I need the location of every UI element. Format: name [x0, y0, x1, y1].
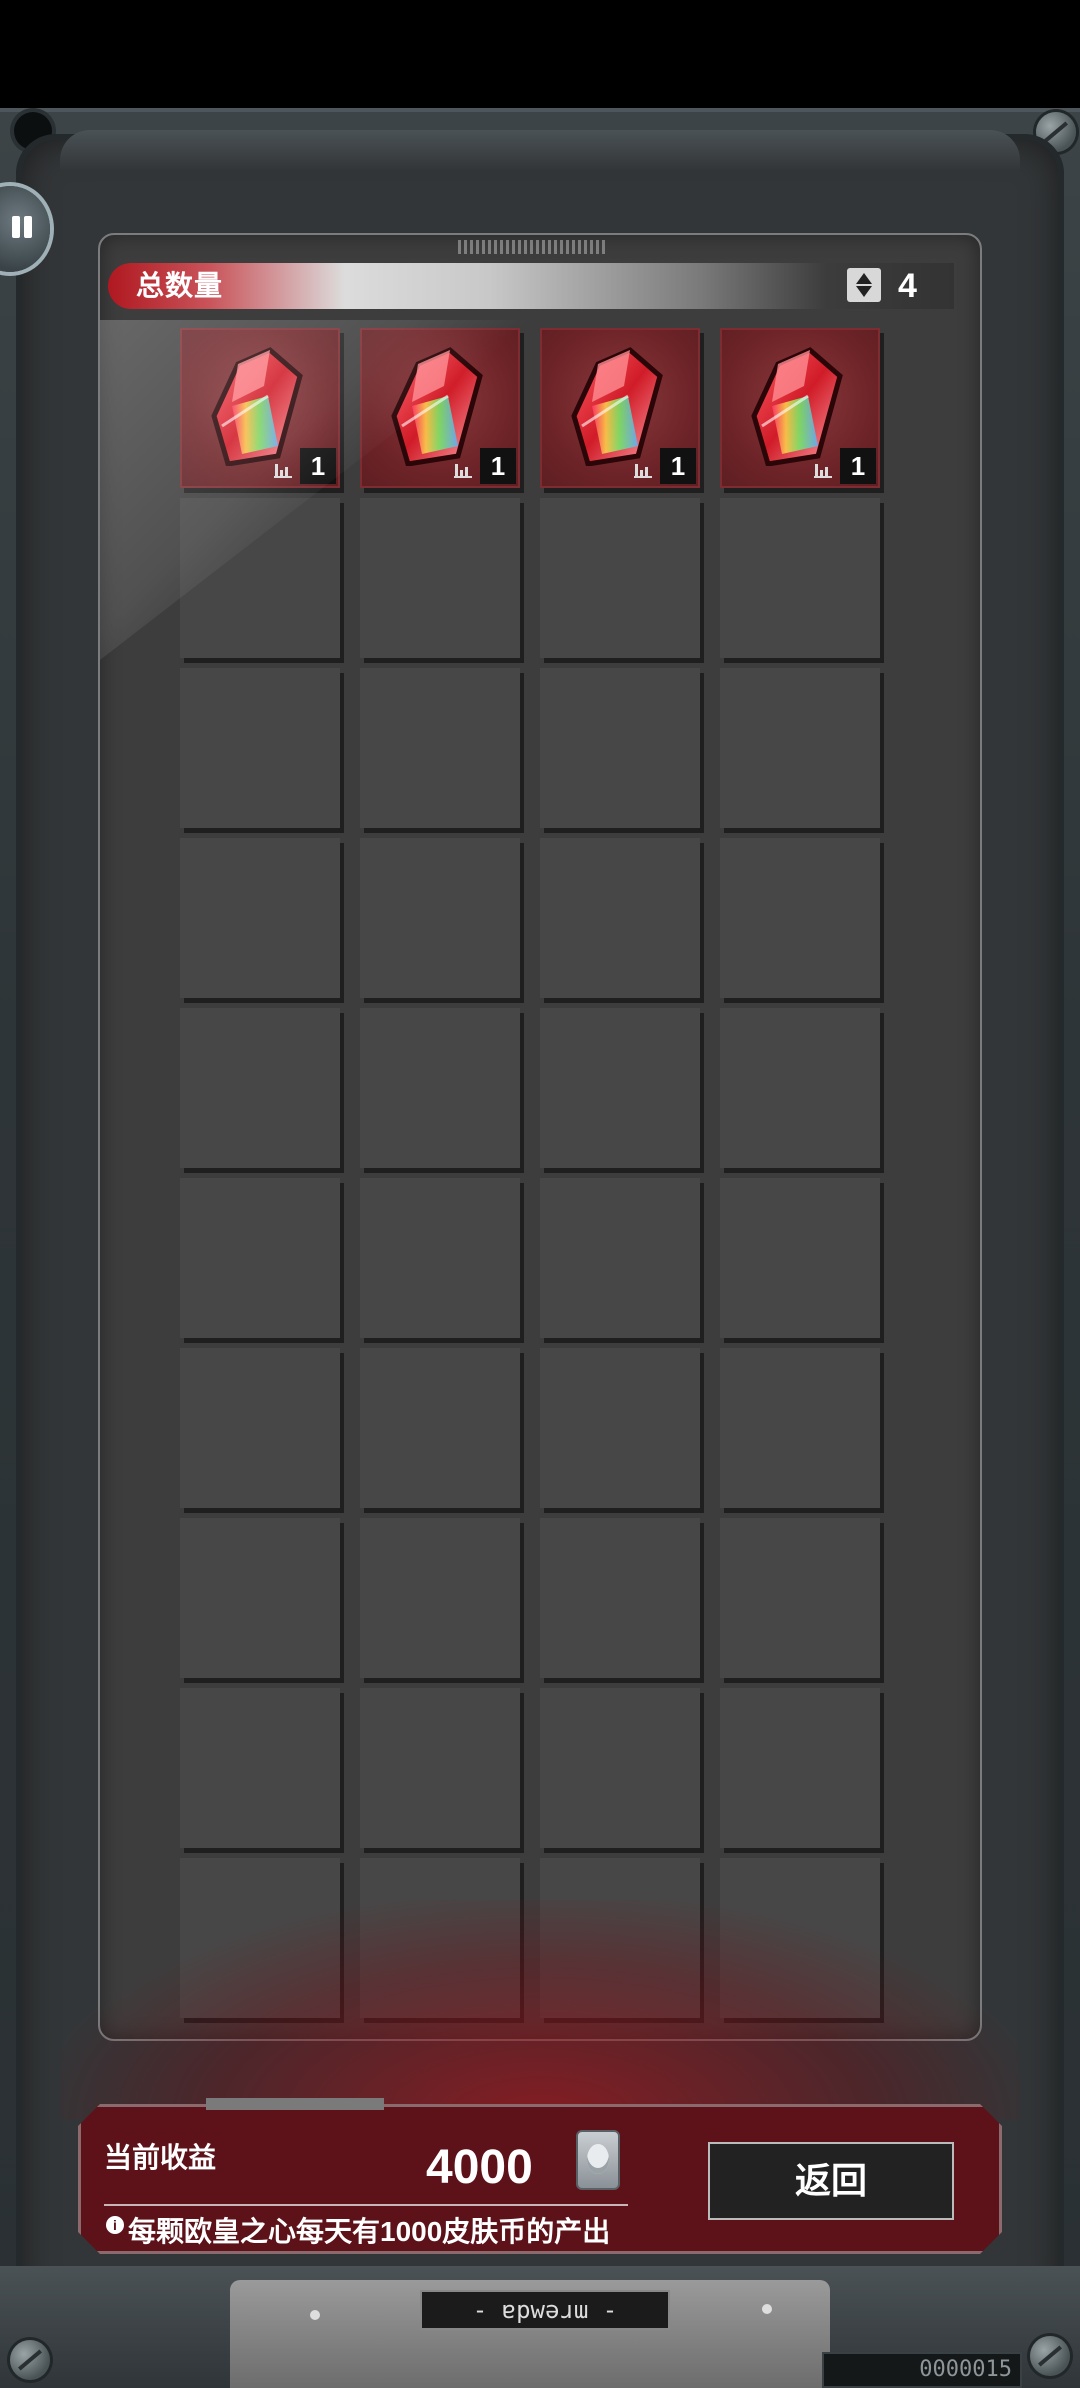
inventory-slot-empty[interactable] — [540, 1008, 700, 1168]
inventory-slot-empty[interactable] — [720, 1008, 880, 1168]
inventory-slot-empty[interactable] — [360, 668, 520, 828]
inventory-slot-empty[interactable] — [720, 498, 880, 658]
stats-icon — [814, 464, 832, 478]
inventory-slot-empty[interactable] — [720, 1518, 880, 1678]
panel-grip — [458, 240, 608, 254]
inventory-slot-empty[interactable] — [540, 668, 700, 828]
inventory-slot-empty[interactable] — [720, 1178, 880, 1338]
inventory-slot-empty[interactable] — [180, 668, 340, 828]
earnings-info-text: 每颗欧皇之心每天有1000皮肤币的产出 — [128, 2216, 611, 2247]
heart-gem-icon — [571, 347, 663, 466]
skin-coin-icon — [576, 2130, 620, 2190]
inventory-slot-empty[interactable] — [180, 1518, 340, 1678]
plate-dot — [762, 2304, 772, 2314]
inventory-slot-item[interactable]: 1 — [360, 328, 520, 488]
total-count-bar — [108, 263, 954, 309]
screw-icon — [1030, 2336, 1070, 2376]
inventory-slot-empty[interactable] — [360, 1008, 520, 1168]
inventory-slot-empty[interactable] — [540, 498, 700, 658]
heart-gem-icon — [391, 347, 483, 466]
sort-icon[interactable] — [847, 268, 881, 302]
inventory-slot-empty[interactable] — [180, 498, 340, 658]
inventory-slot-empty[interactable] — [360, 1348, 520, 1508]
item-count-badge: 1 — [300, 448, 336, 484]
inventory-slot-empty[interactable] — [540, 838, 700, 998]
inventory-slot-empty[interactable] — [540, 1178, 700, 1338]
inventory-slot-empty[interactable] — [540, 1348, 700, 1508]
inventory-slot-empty[interactable] — [720, 1348, 880, 1508]
inventory-slot-empty[interactable] — [720, 1858, 880, 2018]
plate-label: - ɐpwǝɹɯ - — [420, 2290, 670, 2330]
heart-gem-icon — [211, 347, 303, 466]
inventory-slot-empty[interactable] — [360, 498, 520, 658]
earnings-tab — [206, 2098, 384, 2110]
inventory-slot-empty[interactable] — [180, 838, 340, 998]
inventory-slot-empty[interactable] — [540, 1518, 700, 1678]
inventory-slot-empty[interactable] — [540, 1858, 700, 2018]
inventory-slot-empty[interactable] — [360, 1178, 520, 1338]
inventory-slot-item[interactable]: 1 — [180, 328, 340, 488]
item-count-badge: 1 — [660, 448, 696, 484]
total-count-value: 4 — [898, 267, 917, 305]
inventory-slot-empty[interactable] — [180, 1178, 340, 1338]
return-button[interactable]: 返回 — [708, 2142, 954, 2220]
inventory-slot-item[interactable]: 1 — [720, 328, 880, 488]
stats-icon — [634, 464, 652, 478]
item-count-badge: 1 — [480, 448, 516, 484]
inventory-slot-empty[interactable] — [720, 838, 880, 998]
stats-icon — [454, 464, 472, 478]
item-count-badge: 1 — [840, 448, 876, 484]
stats-icon — [274, 464, 292, 478]
inventory-slot-empty[interactable] — [720, 1688, 880, 1848]
inventory-slot-empty[interactable] — [360, 1858, 520, 2018]
screw-icon — [10, 2340, 50, 2380]
inventory-slot-empty[interactable] — [180, 1008, 340, 1168]
inventory-slot-empty[interactable] — [180, 1858, 340, 2018]
inventory-slot-empty[interactable] — [540, 1688, 700, 1848]
earnings-label: 当前收益 — [104, 2142, 217, 2173]
heart-gem-icon — [751, 347, 843, 466]
total-count-title: 总数量 — [136, 270, 224, 301]
inventory-slot-empty[interactable] — [360, 1518, 520, 1678]
inner-bevel — [60, 130, 1020, 170]
info-icon: i — [106, 2216, 124, 2234]
divider — [104, 2204, 628, 2206]
inventory-slot-empty[interactable] — [180, 1688, 340, 1848]
inventory-slot-item[interactable]: 1 — [540, 328, 700, 488]
earnings-value: 4000 — [426, 2141, 533, 2194]
inventory-slot-empty[interactable] — [360, 838, 520, 998]
inventory-slot-empty[interactable] — [360, 1688, 520, 1848]
device-code: 0000015 — [822, 2352, 1022, 2388]
game-screen: 总数量 4 1 1 1 1 当前收益 4000 i 每颗欧皇之心每天有1000皮肤币的… — [0, 0, 1080, 2388]
plate-dot — [310, 2310, 320, 2320]
inventory-slot-empty[interactable] — [180, 1348, 340, 1508]
inventory-slot-empty[interactable] — [720, 668, 880, 828]
